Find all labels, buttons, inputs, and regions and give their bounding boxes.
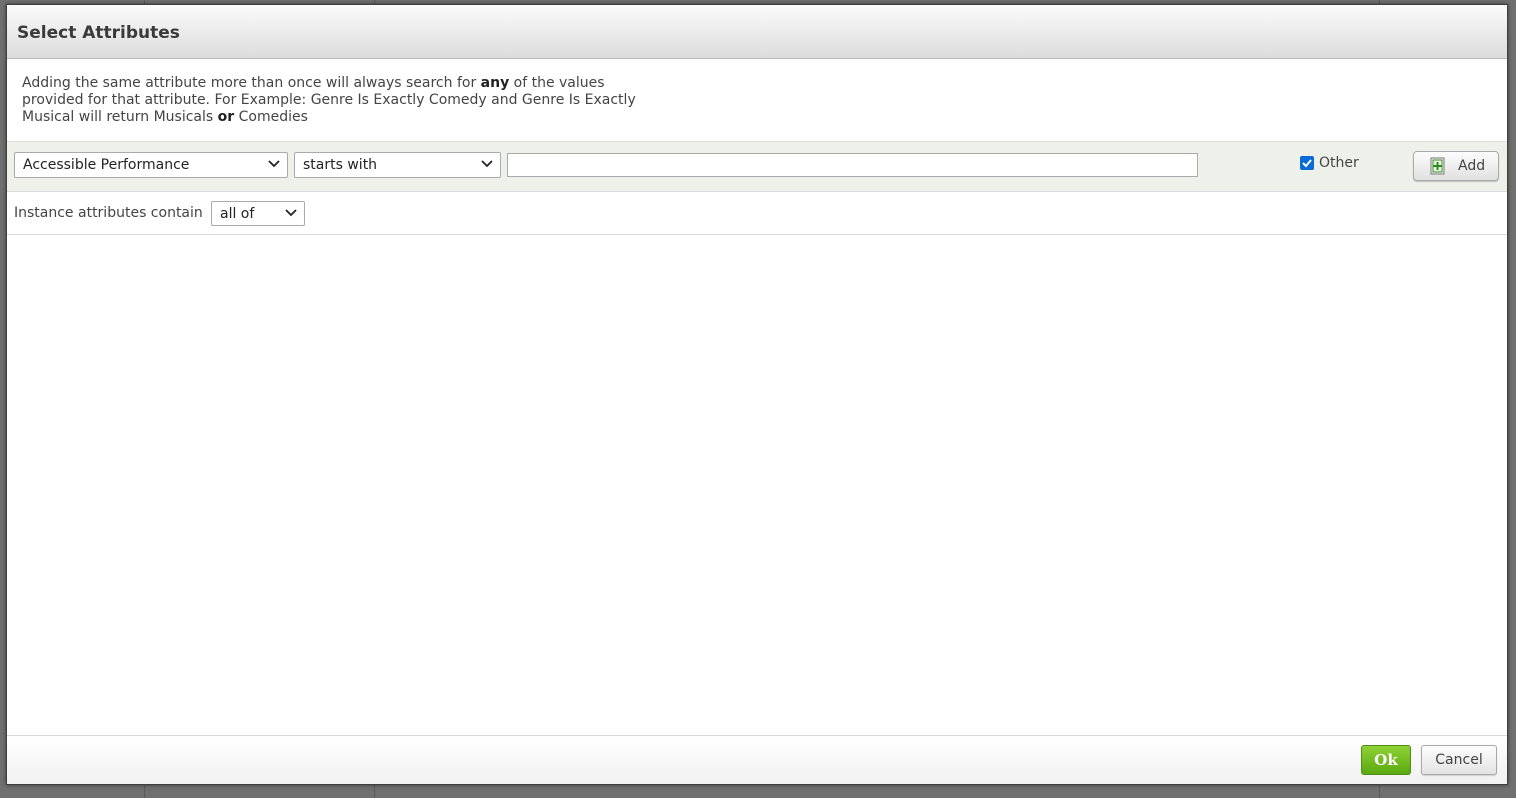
ok-button[interactable]: Ok <box>1361 745 1411 775</box>
note-bold-any: any <box>480 75 510 91</box>
other-checkbox[interactable] <box>1300 156 1314 170</box>
help-note: Adding the same attribute more than once… <box>22 75 662 126</box>
attribute-select[interactable]: Accessible Performance <box>14 152 288 178</box>
attribute-filter-row: Accessible Performance starts with Other… <box>7 141 1507 192</box>
note-text-1: Adding the same attribute more than once… <box>22 75 481 91</box>
instance-attributes-label: Instance attributes contain <box>14 205 203 221</box>
chevron-down-icon <box>268 160 280 168</box>
operator-select-value: starts with <box>303 157 378 173</box>
cancel-button[interactable]: Cancel <box>1421 745 1497 775</box>
other-checkbox-label: Other <box>1319 155 1359 171</box>
chevron-down-icon <box>285 209 297 217</box>
attribute-select-value: Accessible Performance <box>23 157 190 173</box>
dialog-titlebar[interactable]: Select Attributes <box>7 5 1507 59</box>
plus-document-icon <box>1430 157 1445 175</box>
dialog-title: Select Attributes <box>17 23 180 43</box>
checkmark-icon <box>1302 159 1312 168</box>
instance-match-select[interactable]: all of <box>211 201 305 226</box>
operator-select[interactable]: starts with <box>294 152 501 178</box>
attribute-value-input[interactable] <box>507 153 1198 177</box>
note-text-3: Comedies <box>234 109 308 125</box>
dialog-footer: Ok Cancel <box>7 735 1507 784</box>
add-button[interactable]: Add <box>1413 151 1499 181</box>
instance-match-value: all of <box>220 206 255 222</box>
note-bold-or: or <box>217 109 235 125</box>
select-attributes-dialog: Select Attributes Adding the same attrib… <box>6 4 1508 785</box>
chevron-down-icon <box>481 160 493 168</box>
instance-attributes-row: Instance attributes contain all of <box>7 192 1507 235</box>
add-button-label: Add <box>1458 158 1486 174</box>
attributes-list-area <box>7 235 1507 735</box>
